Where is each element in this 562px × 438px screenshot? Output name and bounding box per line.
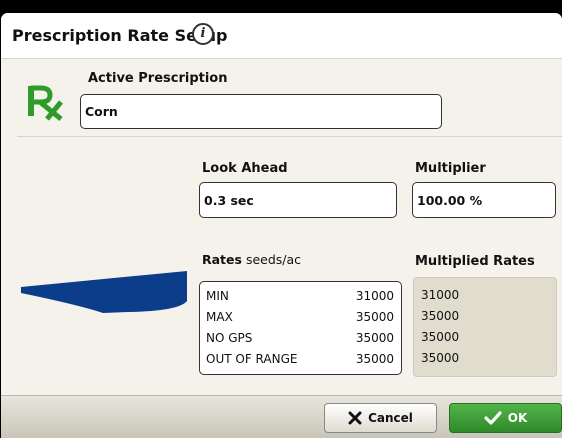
info-icon[interactable]: i: [192, 23, 214, 45]
rate-row: OUT OF RANGE 35000: [206, 352, 394, 370]
look-ahead-value: 0.3 sec: [204, 192, 254, 208]
multiplied-rate-value: 31000: [421, 288, 460, 302]
multiplier-label: Multiplier: [415, 161, 486, 176]
rate-name: MAX: [206, 310, 233, 324]
multiplied-rate-value: 35000: [421, 330, 460, 344]
title-bar: Prescription Rate Setup i: [1, 13, 562, 59]
rate-value: 31000: [355, 289, 394, 303]
rate-value: 35000: [355, 352, 394, 366]
look-ahead-field[interactable]: 0.3 sec: [199, 182, 397, 218]
multiplied-rate-value: 35000: [421, 309, 460, 323]
rates-units: seeds/ac: [245, 252, 302, 267]
rate-name: NO GPS: [206, 331, 253, 345]
dialog-footer: Cancel OK: [1, 395, 562, 438]
rate-name: OUT OF RANGE: [206, 352, 298, 366]
prescription-rate-setup-dialog: Prescription Rate Setup i Active Prescri…: [1, 13, 562, 438]
multiplied-rate-value: 35000: [421, 351, 460, 365]
active-prescription-field[interactable]: Corn: [80, 94, 442, 129]
active-prescription-value: Corn: [85, 104, 118, 119]
rate-value: 35000: [355, 331, 394, 345]
x-icon: [348, 411, 362, 425]
prescription-rx-icon: [28, 85, 63, 121]
cancel-button[interactable]: Cancel: [324, 403, 437, 433]
multiplier-field[interactable]: 100.00 %: [412, 182, 556, 218]
checkmark-icon: [484, 411, 502, 425]
rates-table[interactable]: MIN 31000 MAX 35000 NO GPS 35000 OUT OF …: [199, 281, 402, 375]
rate-row: NO GPS 35000: [206, 331, 394, 349]
rates-heading: Rates seeds/ac: [202, 252, 301, 267]
rate-name: MIN: [206, 289, 229, 303]
look-ahead-label: Look Ahead: [202, 161, 288, 176]
rate-row: MAX 35000: [206, 310, 394, 328]
active-prescription-label: Active Prescription: [88, 71, 228, 86]
rate-row: MIN 31000: [206, 289, 394, 307]
rates-label: Rates: [202, 252, 242, 267]
rate-value: 35000: [355, 310, 394, 324]
multiplied-rates-label: Multiplied Rates: [415, 254, 535, 269]
cancel-button-label: Cancel: [368, 411, 413, 425]
multiplied-rates-panel: 31000 35000 35000 35000: [413, 277, 557, 377]
multiplier-value: 100.00 %: [417, 192, 483, 208]
ok-button[interactable]: OK: [449, 403, 562, 433]
planter-implement-icon: [21, 271, 187, 313]
section-divider: [17, 136, 562, 137]
ok-button-label: OK: [507, 411, 528, 425]
